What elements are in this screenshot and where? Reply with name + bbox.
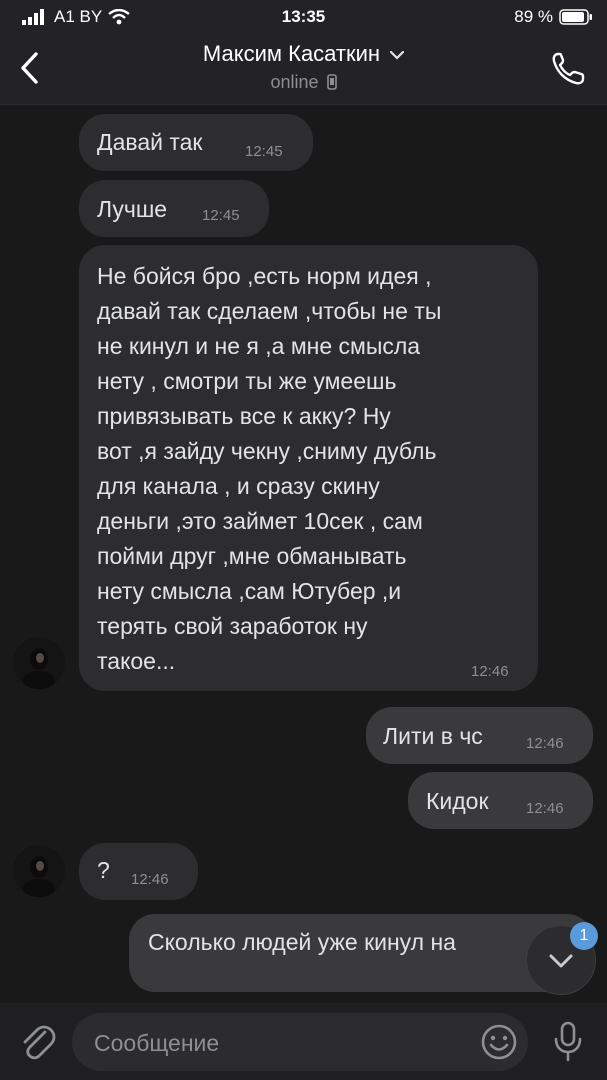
message-line: Не бойся бро ,есть норм идея , (97, 263, 432, 289)
message-text: Лучше (97, 196, 168, 222)
message-input-wrapper (72, 1013, 528, 1073)
chat-subtitle: online (0, 72, 607, 93)
avatar-photo (23, 856, 55, 897)
attach-icon[interactable] (18, 1020, 58, 1064)
chat-title[interactable]: Максим Касаткин (0, 41, 607, 67)
emoji-icon[interactable] (480, 1023, 518, 1061)
message-line: для канала , и сразу скину (97, 473, 380, 499)
chevron-down-icon (390, 51, 405, 60)
message-text: Не бойся бро ,есть норм идея , давай так… (97, 259, 441, 679)
message-outgoing[interactable]: Лити в чс 12:46 (366, 707, 593, 764)
message-incoming[interactable]: ? 12:46 (79, 843, 198, 900)
message-line: нету , смотри ты же умеешь (97, 368, 397, 394)
microphone-icon[interactable] (552, 1020, 584, 1064)
mobile-device-icon (326, 74, 337, 90)
message-line: привязывать все к акку? Ну (97, 403, 391, 429)
message-time: 12:45 (245, 143, 283, 160)
message-line: пойми друг ,мне обманывать (97, 543, 407, 569)
message-text: Кидок (426, 788, 489, 814)
message-time: 12:46 (526, 800, 564, 817)
message-time: 12:46 (471, 663, 509, 680)
unread-badge: 1 (570, 922, 598, 950)
composer (0, 1003, 607, 1080)
message-line: такое... (97, 648, 176, 674)
phone-icon[interactable] (549, 50, 587, 88)
contact-name: Максим Касаткин (202, 41, 381, 66)
status-bar: A1 BY 13:35 89 % (0, 0, 607, 34)
message-text: Давай так (97, 129, 203, 155)
message-line: нету смысла ,сам Ютубер ,и (97, 578, 402, 604)
message-incoming[interactable]: Давай так 12:45 (79, 114, 313, 171)
message-time: 12:45 (202, 207, 240, 224)
message-input[interactable] (92, 1013, 476, 1073)
message-text: ? (97, 857, 110, 883)
message-time: 12:46 (131, 871, 169, 888)
message-line: терять свой заработок ну (97, 613, 368, 639)
avatar[interactable] (13, 637, 65, 689)
battery-percent: 89 % (514, 7, 553, 26)
message-outgoing[interactable]: Сколько людей уже кинул на (129, 914, 593, 992)
avatar[interactable] (13, 845, 65, 897)
chat-header: Максим Касаткин online (0, 34, 607, 105)
message-text: Сколько людей уже кинул на (148, 929, 456, 955)
message-line: вот ,я зайду чекну ,сниму дубль (97, 438, 437, 464)
message-incoming-long[interactable]: Не бойся бро ,есть норм идея , давай так… (79, 245, 538, 691)
message-outgoing[interactable]: Кидок 12:46 (408, 772, 593, 829)
message-line: давай так сделаем ,чтобы не ты (97, 298, 442, 324)
message-time: 12:46 (526, 735, 564, 752)
message-line: не кинул и не я ,а мне смысла (97, 333, 421, 359)
message-incoming[interactable]: Лучше 12:45 (79, 180, 269, 237)
message-text: Лити в чс (383, 723, 483, 749)
avatar-photo (23, 648, 55, 689)
battery-icon (559, 9, 592, 25)
online-status: online (270, 72, 319, 92)
message-line: деньги ,это займет 10сек , сам (97, 508, 423, 534)
status-right: 89 % (514, 7, 593, 27)
